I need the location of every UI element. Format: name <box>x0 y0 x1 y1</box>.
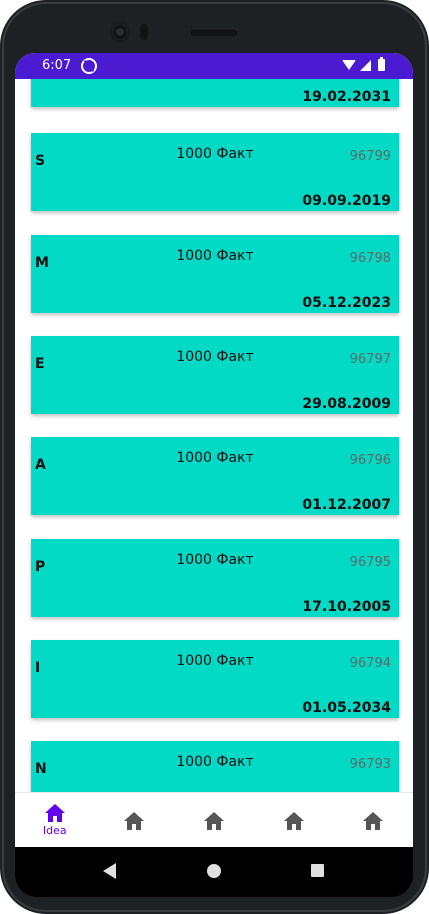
card-id: 96797 <box>349 352 391 367</box>
card-date: 17.10.2005 <box>302 599 391 615</box>
nav-item-2[interactable] <box>95 793 175 847</box>
card-date: 19.02.2031 <box>302 89 391 105</box>
list-item[interactable]: E 1000 Факт 96797 29.08.2009 <box>31 336 399 414</box>
card-id: 96799 <box>349 149 391 164</box>
nav-item-4[interactable] <box>254 793 334 847</box>
card-date: 01.05.2034 <box>302 700 391 716</box>
nav-item-idea[interactable]: Idea <box>15 793 95 847</box>
list-item[interactable]: 19.02.2031 <box>31 79 399 107</box>
proximity-sensor <box>140 24 148 40</box>
home-button-icon[interactable] <box>207 864 221 878</box>
card-date: 29.08.2009 <box>302 396 391 412</box>
card-id: 96795 <box>349 555 391 570</box>
card-title: 1000 Факт <box>176 248 254 264</box>
home-icon <box>283 811 304 830</box>
home-icon <box>44 804 65 822</box>
card-title: 1000 Факт <box>176 552 254 568</box>
signal-icon <box>360 60 371 71</box>
card-title: 1000 Факт <box>176 754 254 770</box>
phone-frame: 6:07 19.02.2031 S 1000 Факт 96799 09.09.… <box>0 0 429 914</box>
card-title: 1000 Факт <box>176 450 254 466</box>
list-item[interactable]: N 1000 Факт 96793 <box>31 741 399 792</box>
card-date: 01.12.2007 <box>302 497 391 513</box>
system-navigation-bar <box>15 847 413 897</box>
card-title: 1000 Факт <box>176 146 254 162</box>
top-bezel <box>0 0 429 53</box>
front-camera-icon <box>110 22 130 42</box>
app-screen: 6:07 19.02.2031 S 1000 Факт 96799 09.09.… <box>15 53 413 847</box>
card-id: 96793 <box>349 757 391 772</box>
list-item[interactable]: A 1000 Факт 96796 01.12.2007 <box>31 437 399 515</box>
list-item[interactable]: I 1000 Факт 96794 01.05.2034 <box>31 640 399 718</box>
card-title: 1000 Факт <box>176 653 254 669</box>
card-id: 96796 <box>349 453 391 468</box>
card-date: 09.09.2019 <box>302 193 391 209</box>
card-id: 96798 <box>349 251 391 266</box>
list-item[interactable]: P 1000 Факт 96795 17.10.2005 <box>31 539 399 617</box>
earpiece-speaker <box>190 28 238 36</box>
card-title: 1000 Факт <box>176 349 254 365</box>
home-icon <box>124 811 145 830</box>
wifi-icon <box>342 60 356 70</box>
back-icon[interactable] <box>103 863 116 879</box>
battery-icon <box>378 57 385 71</box>
recents-icon[interactable] <box>311 864 324 877</box>
card-id: 96794 <box>349 656 391 671</box>
list-item[interactable]: M 1000 Факт 96798 05.12.2023 <box>31 235 399 313</box>
nav-label-idea: Idea <box>42 824 67 837</box>
status-bar: 6:07 <box>15 53 413 79</box>
home-icon <box>363 811 384 830</box>
list-item[interactable]: S 1000 Факт 96799 09.09.2019 <box>31 133 399 211</box>
nav-item-5[interactable] <box>333 793 413 847</box>
home-icon <box>203 811 224 830</box>
notification-icon <box>81 58 97 74</box>
bottom-navigation: Idea <box>15 792 413 847</box>
status-time: 6:07 <box>42 58 72 73</box>
card-date: 05.12.2023 <box>302 295 391 311</box>
nav-item-3[interactable] <box>174 793 254 847</box>
fact-list[interactable]: 19.02.2031 S 1000 Факт 96799 09.09.2019 … <box>15 79 413 792</box>
